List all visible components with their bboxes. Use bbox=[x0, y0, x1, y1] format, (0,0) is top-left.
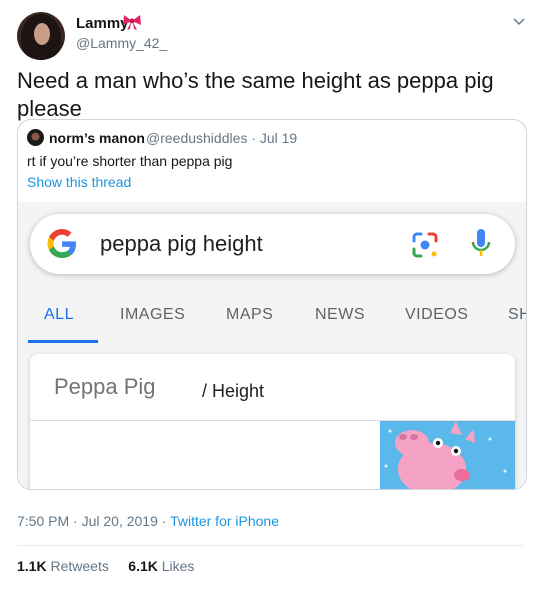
knowledge-card: Peppa Pig / Height bbox=[30, 354, 515, 489]
likes-count: 6.1K bbox=[128, 558, 158, 574]
tweet-stats: 1.1K Retweets 6.1K Likes bbox=[17, 558, 194, 574]
google-search-bar: peppa pig height bbox=[30, 214, 515, 274]
likes-stat[interactable]: 6.1K Likes bbox=[128, 558, 194, 574]
google-g-logo-icon bbox=[47, 229, 76, 258]
tab-all: ALL bbox=[44, 306, 74, 323]
tab-images: IMAGES bbox=[120, 306, 186, 323]
quoted-tweet[interactable]: norm’s manon @reedushiddles · Jul 19 rt … bbox=[17, 119, 527, 490]
peppa-pig-image bbox=[380, 421, 515, 489]
tab-shopping-partial: SH bbox=[508, 306, 526, 323]
tweet-meta: 7:50 PM · Jul 20, 2019 · Twitter for iPh… bbox=[17, 513, 279, 529]
card-attribute: / Height bbox=[202, 381, 265, 401]
quoted-author-handle-date: @reedushiddles · Jul 19 bbox=[146, 130, 298, 146]
card-subject: Peppa Pig bbox=[54, 374, 156, 399]
google-result-tabs: ALL IMAGES MAPS NEWS VIDEOS SH bbox=[18, 302, 526, 342]
author-avatar[interactable] bbox=[17, 12, 65, 60]
search-query-text: peppa pig height bbox=[100, 231, 263, 256]
tab-videos: VIDEOS bbox=[405, 306, 469, 323]
likes-label: Likes bbox=[161, 558, 195, 574]
tweet-text: Need a man who’s the same height as pepp… bbox=[17, 68, 494, 121]
ribbon-bow-icon bbox=[123, 15, 141, 30]
quoted-screenshot-image: peppa pig height ALL IMAGES MAPS NEWS VI… bbox=[18, 202, 526, 489]
google-lens-icon bbox=[412, 232, 438, 258]
microphone-icon bbox=[471, 229, 491, 256]
divider bbox=[17, 545, 524, 546]
avatar-face bbox=[34, 23, 50, 45]
tab-news: NEWS bbox=[315, 306, 365, 323]
show-thread-link[interactable]: Show this thread bbox=[27, 174, 131, 190]
tweet-timestamp[interactable]: 7:50 PM · Jul 20, 2019 · bbox=[17, 513, 170, 529]
quoted-author-name: norm’s manon bbox=[49, 130, 145, 146]
retweets-label: Retweets bbox=[50, 558, 109, 574]
author-display-name[interactable]: Lammy bbox=[76, 15, 129, 32]
retweets-stat[interactable]: 1.1K Retweets bbox=[17, 558, 109, 574]
tweet-card: Lammy @Lammy_42_ Need a man who’s the sa… bbox=[0, 0, 541, 591]
tab-maps: MAPS bbox=[226, 306, 274, 323]
quoted-author-avatar bbox=[27, 129, 44, 146]
tweet-source-link[interactable]: Twitter for iPhone bbox=[170, 513, 279, 529]
retweets-count: 1.1K bbox=[17, 558, 47, 574]
chevron-down-icon[interactable] bbox=[511, 13, 527, 29]
active-tab-indicator bbox=[28, 340, 98, 343]
author-handle[interactable]: @Lammy_42_ bbox=[76, 35, 167, 51]
quoted-tweet-text: rt if you’re shorter than peppa pig bbox=[27, 153, 233, 169]
